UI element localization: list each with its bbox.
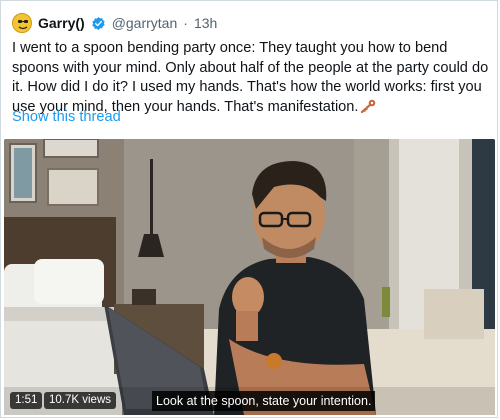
tweet-body: I went to a spoon bending party once: Th…: [12, 40, 489, 115]
video-view-count: 10.7K views: [44, 392, 117, 409]
tweet-text: I went to a spoon bending party once: Th…: [12, 39, 492, 117]
video-player[interactable]: 1:51 10.7K views Look at the spoon, stat…: [4, 139, 495, 415]
video-duration: 1:51: [10, 392, 43, 409]
tweet-card: Garry() @garrytan · 13h I went to a spoo…: [0, 0, 498, 418]
separator-dot: ·: [183, 15, 188, 31]
verified-badge-icon: [91, 16, 106, 31]
tweet-timestamp[interactable]: 13h: [194, 15, 217, 31]
video-caption: Look at the spoon, state your intention.: [152, 391, 376, 411]
key-emoji-icon: [360, 99, 376, 113]
avatar[interactable]: [12, 13, 32, 33]
display-name[interactable]: Garry(): [38, 15, 85, 31]
video-frame: [4, 139, 495, 415]
user-handle[interactable]: @garrytan: [112, 15, 178, 31]
show-thread-link[interactable]: Show this thread: [12, 109, 121, 125]
tweet-header: Garry() @garrytan · 13h: [12, 11, 217, 35]
